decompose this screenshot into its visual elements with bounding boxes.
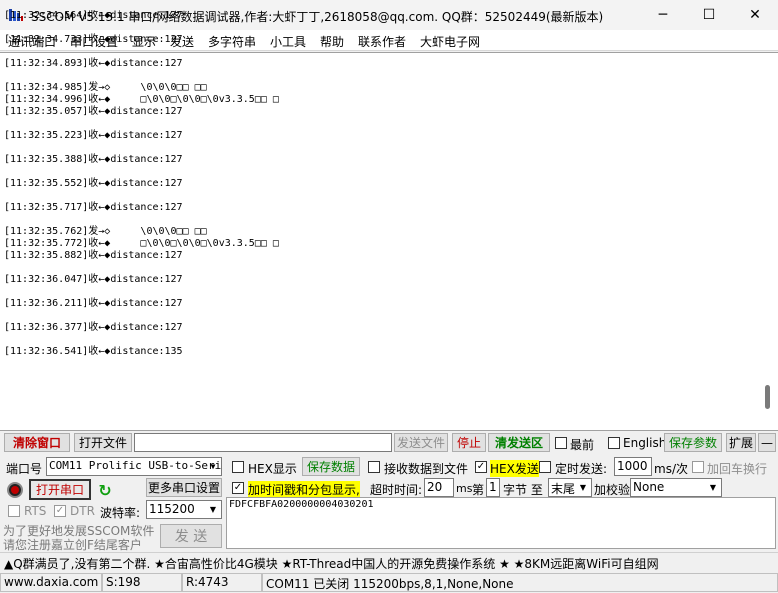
chevron-down-icon: ▼: [209, 505, 217, 514]
log-line: [11:32:35.223]收←◆distance:127: [4, 130, 183, 141]
rts-label: RTS: [24, 504, 47, 518]
recv-to-file-label: 接收数据到文件: [384, 462, 469, 476]
expand-button[interactable]: 扩展: [726, 433, 756, 452]
status-site[interactable]: www.daxia.com: [0, 573, 102, 592]
byte-label: 字节 至: [503, 483, 543, 497]
log-line: [11:32:35.772]收←◆ □\0\0□\0\0□\0v3.3.5□□ …: [4, 238, 279, 249]
baud-value: 115200: [149, 502, 195, 516]
hex-send-checkbox[interactable]: ✓: [475, 461, 487, 473]
byte-end-select[interactable]: 末尾 ▼: [548, 478, 592, 497]
port-select-value: COM11 Prolific USB-to-Seri: [49, 459, 222, 472]
port-label: 端口号: [6, 462, 43, 476]
timestamp-label: 加时间戳和分包显示,: [248, 481, 360, 498]
chevron-down-icon: ▼: [579, 483, 587, 492]
open-port-button[interactable]: 打开串口: [29, 479, 91, 500]
byte-index-field[interactable]: 1: [486, 478, 500, 497]
log-line: [11:32:36.377]收←◆distance:127: [4, 322, 183, 333]
send-button[interactable]: 发 送: [160, 524, 222, 548]
timeout-field[interactable]: 20: [424, 478, 454, 497]
interval-field[interactable]: 1000: [614, 457, 652, 476]
checksum-value: None: [633, 480, 665, 494]
save-data-button[interactable]: 保存数据: [302, 457, 360, 476]
recv-to-file-checkbox[interactable]: [368, 461, 380, 473]
promo-line-2: 请您注册嘉立创F结尾客户: [3, 538, 142, 552]
port-select[interactable]: COM11 Prolific USB-to-Seri ▼: [46, 457, 222, 476]
byte-prefix: 第: [472, 483, 485, 497]
timestamp-checkbox[interactable]: ✓: [232, 482, 244, 494]
log-line: [11:32:35.388]收←◆distance:127: [4, 154, 183, 165]
log-line: [11:32:35.552]收←◆distance:127: [4, 178, 183, 189]
log-line: [11:32:35.882]收←◆distance:127: [4, 250, 183, 261]
add-crlf-label: 加回车换行: [707, 462, 768, 476]
english-label: English: [623, 436, 667, 450]
save-params-button[interactable]: 保存参数: [664, 433, 722, 452]
file-path-field[interactable]: [134, 433, 392, 452]
byte-end-value: 末尾: [551, 482, 576, 496]
send-file-button[interactable]: 发送文件: [394, 433, 448, 452]
topmost-checkbox[interactable]: [555, 437, 567, 449]
log-line: [11:32:35.057]收←◆distance:127: [4, 106, 183, 117]
chevron-down-icon: ▼: [210, 462, 216, 471]
log-line: [11:32:34.893]收←◆distance:127: [4, 58, 183, 69]
log-line: [11:32:35.717]收←◆distance:127: [4, 202, 183, 213]
log-line: [11:32:34.996]收←◆ □\0\0□\0\0□\0v3.3.5□□ …: [4, 94, 279, 105]
port-status-dot: [11, 486, 19, 494]
log-line: [11:32:34.985]发→◇ \0\0\0□□ □□: [4, 82, 207, 93]
log-line: [11:32:36.211]收←◆distance:127: [4, 298, 183, 309]
topmost-label: 最前: [570, 438, 595, 452]
status-recv-count: R:4743: [182, 573, 262, 592]
add-crlf-checkbox[interactable]: [692, 461, 704, 473]
chevron-down-icon: ▼: [709, 483, 717, 492]
english-checkbox[interactable]: [608, 437, 620, 449]
rts-checkbox[interactable]: [8, 505, 20, 517]
interval-unit: ms/次: [654, 462, 688, 476]
log-line: [11:32:36.541]收←◆distance:135: [4, 346, 183, 357]
hex-send-label: HEX发送: [490, 460, 539, 477]
status-sent-count: S:198: [102, 573, 182, 592]
log-line: [11:32:36.047]收←◆distance:127: [4, 274, 183, 285]
send-text-area[interactable]: FDFCFBFA0200000004030201: [226, 497, 776, 549]
timeout-unit: ms: [456, 482, 473, 495]
checksum-label: 加校验: [594, 483, 631, 497]
clear-send-area-button[interactable]: 清发送区: [488, 433, 550, 452]
checksum-select[interactable]: None ▼: [630, 478, 722, 497]
stop-button[interactable]: 停止: [452, 433, 486, 452]
log-line: [11:32:35.762]发→◇ \0\0\0□□ □□: [4, 226, 207, 237]
hex-display-label: HEX显示: [248, 462, 297, 476]
collapse-button[interactable]: —: [758, 433, 776, 452]
timed-send-label: 定时发送:: [555, 462, 608, 476]
baud-select[interactable]: 115200 ▼: [146, 500, 222, 519]
log-scrollbar-thumb[interactable]: [765, 385, 770, 409]
timed-send-checkbox[interactable]: [539, 461, 551, 473]
baud-label: 波特率:: [100, 506, 141, 520]
more-port-settings-button[interactable]: 更多串口设置: [146, 478, 222, 497]
open-file-button[interactable]: 打开文件: [74, 433, 132, 452]
news-ticker-text[interactable]: ▲Q群满员了,没有第二个群. ★合宙高性价比4G模块 ★RT-Thread中国人…: [4, 555, 659, 572]
status-port-info: COM11 已关闭 115200bps,8,1,None,None: [262, 573, 778, 592]
clear-window-button[interactable]: 清除窗口: [4, 433, 70, 452]
log-scrollbar[interactable]: [758, 53, 777, 430]
receive-log-text: [11:32:34.564]收←◆distance:127 [11:32:34.…: [4, 10, 756, 375]
timeout-label: 超时时间:: [370, 483, 423, 497]
log-line: [11:32:34.564]收←◆distance:127: [4, 10, 183, 21]
dtr-label: DTR: [70, 504, 95, 518]
log-line: [11:32:34.733]收←◆distance:127: [4, 34, 183, 45]
refresh-icon[interactable]: ↻: [96, 481, 114, 500]
dtr-checkbox[interactable]: ✓: [54, 505, 66, 517]
hex-display-checkbox[interactable]: [232, 461, 244, 473]
